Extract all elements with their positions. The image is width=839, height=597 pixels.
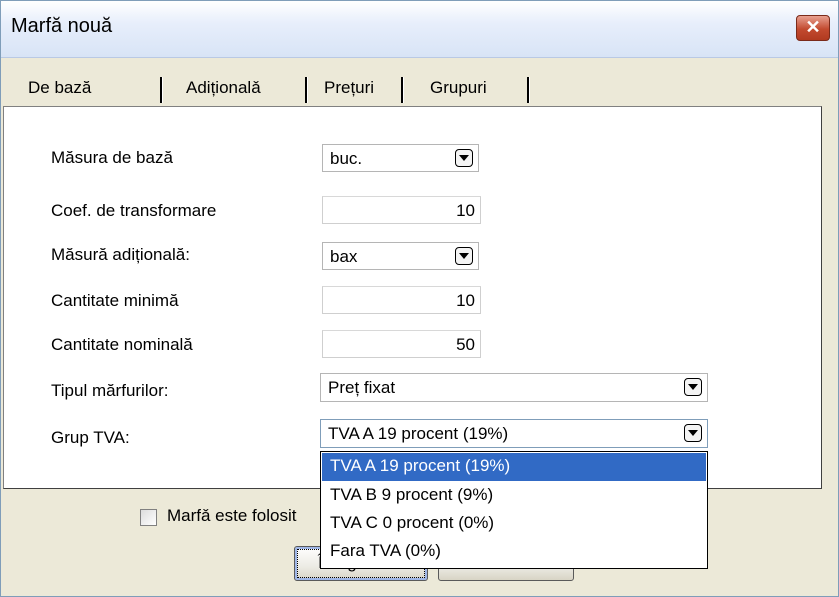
in-use-checkbox[interactable] xyxy=(140,509,157,526)
nominal-qty-label: Cantitate nominală xyxy=(51,335,193,354)
base-unit-label: Măsura de bază xyxy=(51,148,173,167)
vat-option-label: TVA C 0 procent (0%) xyxy=(330,513,495,532)
tab-label: Adiționalǎ xyxy=(186,78,261,97)
chevron-down-icon[interactable] xyxy=(455,247,473,265)
close-button[interactable]: ✕ xyxy=(796,15,830,41)
in-use-label: Marfǎ este folosit xyxy=(167,506,297,525)
tab-grupuri[interactable]: Grupuri xyxy=(404,71,530,107)
nominal-qty-value: 50 xyxy=(456,335,475,354)
goods-type-value: Preț fixat xyxy=(328,378,396,397)
vat-option-none[interactable]: Fara TVA (0%) xyxy=(322,538,706,566)
vat-group-select[interactable]: TVA A 19 procent (19%) xyxy=(320,419,708,448)
dialog-window: Marfă nouă ✕ De bază Adiționalǎ Prețuri … xyxy=(0,0,839,597)
chevron-down-icon[interactable] xyxy=(455,149,473,167)
tab-label: De bază xyxy=(28,78,92,97)
goods-type-label: Tipul mărfurilor: xyxy=(51,381,169,400)
vat-option-b[interactable]: TVA B 9 procent (9%) xyxy=(322,482,706,510)
min-qty-input[interactable]: 10 xyxy=(322,286,481,314)
tab-de-baza[interactable]: De bază xyxy=(14,71,163,107)
chevron-down-icon[interactable] xyxy=(684,424,702,442)
vat-group-value: TVA A 19 procent (19%) xyxy=(328,424,509,443)
min-qty-value: 10 xyxy=(456,291,475,310)
tab-separator xyxy=(527,77,530,103)
vat-option-label: TVA B 9 procent (9%) xyxy=(330,485,494,504)
nominal-qty-input[interactable]: 50 xyxy=(322,330,481,358)
vat-option-label: TVA A 19 procent (19%) xyxy=(330,456,511,475)
additional-unit-label: Măsură adițională: xyxy=(51,245,190,264)
tab-label: Prețuri xyxy=(324,78,375,97)
vat-group-dropdown-list: TVA A 19 procent (19%) TVA B 9 procent (… xyxy=(320,451,708,569)
window-title: Marfă nouă xyxy=(11,15,113,37)
title-bar[interactable]: Marfă nouă ✕ xyxy=(1,1,838,58)
additional-unit-select[interactable]: bax xyxy=(322,242,479,270)
close-icon: ✕ xyxy=(805,17,821,37)
vat-option-c[interactable]: TVA C 0 procent (0%) xyxy=(322,510,706,538)
tab-preturi[interactable]: Prețuri xyxy=(308,71,404,107)
tab-aditionala[interactable]: Adiționalǎ xyxy=(163,71,308,107)
base-unit-value: buc. xyxy=(330,149,363,168)
base-unit-select[interactable]: buc. xyxy=(322,144,479,172)
vat-option-label: Fara TVA (0%) xyxy=(330,541,441,560)
conversion-factor-label: Coef. de transformare xyxy=(51,201,217,220)
additional-unit-value: bax xyxy=(330,247,358,266)
vat-option-a[interactable]: TVA A 19 procent (19%) xyxy=(322,453,706,481)
vat-group-label: Grup TVA: xyxy=(51,428,130,447)
conversion-factor-input[interactable]: 10 xyxy=(322,196,481,224)
goods-type-select[interactable]: Preț fixat xyxy=(320,373,708,402)
min-qty-label: Cantitate minimă xyxy=(51,291,179,310)
tab-label: Grupuri xyxy=(430,78,487,97)
conversion-factor-value: 10 xyxy=(456,201,475,220)
chevron-down-icon[interactable] xyxy=(684,378,702,396)
